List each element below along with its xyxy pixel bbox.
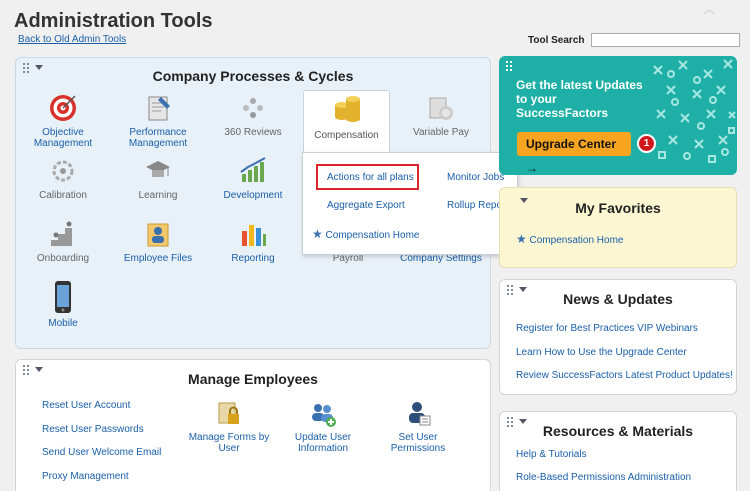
stairs-icon <box>51 221 72 246</box>
highlight-box <box>316 164 419 190</box>
tile-employee-files[interactable]: Employee Files <box>110 219 206 264</box>
tile-manage-forms-by-user[interactable]: Manage Forms by User <box>181 400 277 454</box>
phone-icon <box>55 281 71 313</box>
target-icon <box>50 95 76 121</box>
back-to-old-admin-link[interactable]: Back to Old Admin Tools <box>18 34 126 45</box>
tile-label: Onboarding <box>36 253 90 264</box>
monitor-jobs-link[interactable]: Monitor Jobs <box>447 172 504 183</box>
tile-set-user-permissions[interactable]: Set User Permissions <box>370 400 466 454</box>
banner-line-2: to your <box>516 92 557 106</box>
tile-development[interactable]: Development <box>205 156 301 201</box>
tile-label: Update User Information <box>294 432 352 454</box>
star-icon: ★ <box>312 227 323 241</box>
help-tutorials-link[interactable]: Help & Tutorials <box>516 449 587 460</box>
notification-badge: 1 <box>637 134 656 153</box>
proxy-management-link[interactable]: Proxy Management <box>42 471 129 482</box>
forms-lock-icon <box>218 402 239 424</box>
tile-performance-management[interactable]: Performance Management <box>110 93 206 149</box>
favorite-compensation-home-link[interactable]: ★ Compensation Home <box>516 232 623 246</box>
graduation-icon <box>146 161 170 177</box>
panel-title: Resources & Materials <box>542 423 694 439</box>
compensation-home-label: Compensation Home <box>325 230 420 241</box>
people-icon <box>243 98 263 118</box>
banner-text: Get the latest Updates to your SuccessFa… <box>516 78 656 120</box>
tile-label: Development <box>223 190 283 201</box>
panel-title: Manage Employees <box>188 371 318 387</box>
tile-label: Performance Management <box>128 127 188 149</box>
growth-chart-icon <box>240 157 266 182</box>
cash-icon <box>429 97 453 120</box>
bar-chart-icon <box>242 225 266 246</box>
page-title: Administration Tools <box>14 10 213 32</box>
tile-label: Calibration <box>39 190 87 201</box>
favorite-label: Compensation Home <box>529 235 624 246</box>
tile-variable-pay[interactable]: Variable Pay <box>393 93 489 138</box>
user-permissions-icon <box>409 402 431 426</box>
employee-file-icon <box>147 223 169 247</box>
tile-label: Set User Permissions <box>390 432 446 454</box>
banner-line-3: SuccessFactors <box>516 106 609 120</box>
tile-label: Manage Forms by User <box>188 432 270 454</box>
news-item-product-updates-link[interactable]: Review SuccessFactors Latest Product Upd… <box>516 370 733 381</box>
drag-handle-icon[interactable] <box>506 61 516 71</box>
clipboard-icon <box>148 96 170 121</box>
banner-line-1: Get the latest Updates <box>516 78 643 92</box>
tile-compensation[interactable]: Compensation <box>303 90 390 154</box>
compensation-home-link[interactable]: ★ Compensation Home <box>312 227 419 241</box>
tile-objective-management[interactable]: Objective Management <box>15 93 111 149</box>
tile-onboarding[interactable]: Onboarding <box>15 219 111 264</box>
update-users-icon <box>312 404 336 427</box>
tile-label: Employee Files <box>123 253 193 264</box>
panel-title: News & Updates <box>563 291 673 307</box>
coins-icon <box>334 96 360 122</box>
tool-search-label: Tool Search <box>528 35 585 46</box>
banner-pattern-graphic <box>653 59 736 163</box>
tile-mobile[interactable]: Mobile <box>15 280 111 329</box>
my-favorites-panel: My Favorites <box>499 187 737 268</box>
aggregate-export-link[interactable]: Aggregate Export <box>327 200 405 211</box>
tile-label: Objective Management <box>33 127 93 149</box>
tool-search-input[interactable] <box>591 33 740 47</box>
send-welcome-email-link[interactable]: Send User Welcome Email <box>42 447 161 458</box>
tile-label: Variable Pay <box>413 127 469 138</box>
upgrade-center-button[interactable]: Upgrade Center → <box>517 132 631 175</box>
tile-label: 360 Reviews <box>224 127 282 138</box>
tile-label: Compensation <box>314 130 379 141</box>
tile-calibration[interactable]: Calibration <box>15 156 111 201</box>
tile-360-reviews[interactable]: 360 Reviews <box>205 93 301 138</box>
rbp-admin-link[interactable]: Role-Based Permissions Administration <box>516 472 691 483</box>
gear-people-icon <box>52 160 74 182</box>
tile-label: Learning <box>138 190 178 201</box>
tile-label: Reporting <box>231 253 275 264</box>
star-icon: ★ <box>516 232 527 246</box>
tile-label: Mobile <box>48 318 78 329</box>
reset-user-account-link[interactable]: Reset User Account <box>42 400 130 411</box>
news-item-upgrade-center-link[interactable]: Learn How to Use the Upgrade Center <box>516 347 687 358</box>
news-item-webinars-link[interactable]: Register for Best Practices VIP Webinars <box>516 323 698 334</box>
tile-update-user-information[interactable]: Update User Information <box>275 400 371 454</box>
reset-user-passwords-link[interactable]: Reset User Passwords <box>42 424 144 435</box>
panel-title: Company Processes & Cycles <box>152 68 354 84</box>
panel-title: My Favorites <box>575 200 661 216</box>
tile-reporting[interactable]: Reporting <box>205 219 301 264</box>
tile-learning[interactable]: Learning <box>110 156 206 201</box>
collapse-chevron-icon[interactable]: ︿ <box>703 0 715 17</box>
